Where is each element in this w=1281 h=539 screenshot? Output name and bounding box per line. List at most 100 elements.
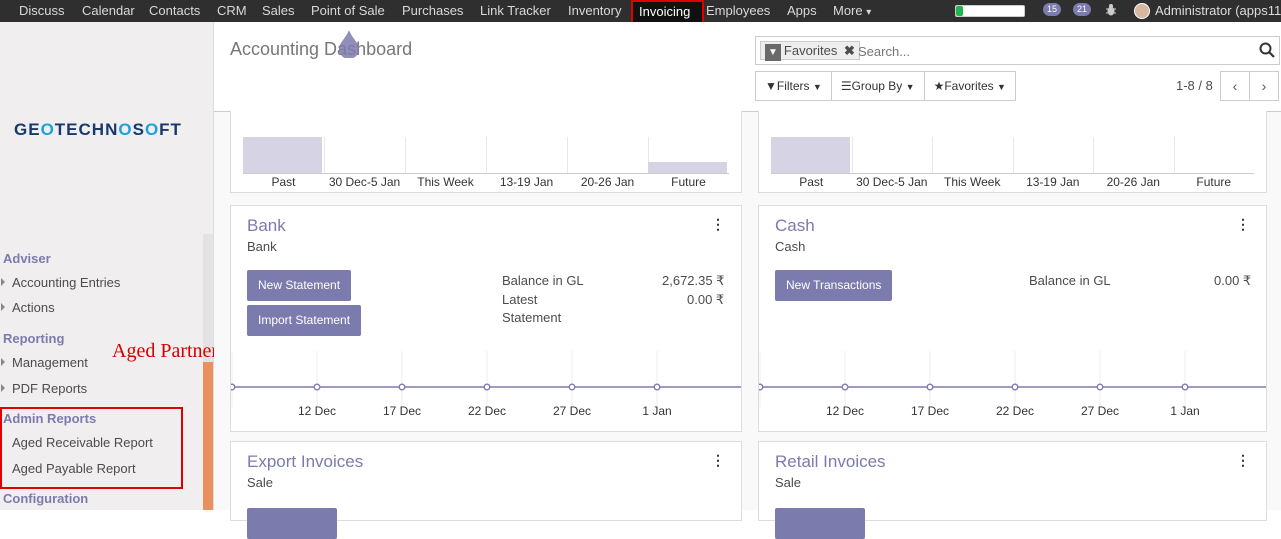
timeline-point — [1011, 383, 1019, 391]
caret-right-icon — [1, 358, 5, 366]
pager-next-button[interactable]: › — [1249, 71, 1279, 101]
card-action-button[interactable] — [247, 508, 337, 539]
import-statement-button[interactable]: Import Statement — [247, 305, 362, 336]
kebab-menu-icon[interactable]: ⋮ — [1236, 216, 1250, 233]
latest-statement-value: 0.00 ₹ — [687, 292, 725, 307]
line-graph[interactable]: 12 Dec 17 Dec 22 Dec 27 Dec 1 Jan — [756, 351, 1266, 431]
sidebar-section-adviser[interactable]: Adviser — [3, 251, 51, 266]
kebab-menu-icon[interactable]: ⋮ — [711, 216, 725, 233]
search-box[interactable]: ▼ Favorites ✖ — [755, 36, 1280, 65]
chart-bar[interactable] — [243, 137, 322, 173]
progress-fill — [956, 6, 963, 16]
journal-type: Sale — [775, 475, 802, 490]
journal-title[interactable]: Export Invoices — [247, 452, 363, 472]
search-input[interactable] — [858, 41, 1238, 61]
sidebar-section-reporting[interactable]: Reporting — [3, 331, 64, 346]
journal-title[interactable]: Retail Invoices — [775, 452, 886, 472]
filter-icon: ▼ — [765, 79, 777, 93]
app-contacts[interactable]: Contacts — [149, 0, 200, 22]
timeline-x-label: 27 Dec — [553, 404, 591, 418]
pager-value[interactable]: 1-8 / 8 — [1176, 78, 1213, 93]
sidebar-section-configuration[interactable]: Configuration — [3, 491, 88, 506]
user-avatar[interactable] — [1134, 3, 1150, 19]
group-by-button[interactable]: ☰Group By ▼ — [830, 71, 925, 101]
company-logo: GEOTECHNOSOFT — [14, 120, 182, 139]
timeline-x-label: 22 Dec — [996, 404, 1034, 418]
kebab-menu-icon[interactable]: ⋮ — [711, 452, 725, 469]
sidebar-item-pdf-reports[interactable]: PDF Reports — [0, 381, 87, 396]
bar-chart[interactable]: Past 30 Dec-5 Jan This Week 13-19 Jan 20-26 … — [231, 111, 741, 191]
balance-label: Balance in GL — [502, 273, 584, 288]
chart-gridline — [1012, 137, 1014, 173]
sidebar-item-accounting-entries[interactable]: Accounting Entries — [0, 275, 120, 290]
app-inventory[interactable]: Inventory — [568, 0, 621, 22]
activities-button[interactable]: 21 — [1073, 3, 1092, 16]
journal-card-bank: Bank Bank ⋮ New Statement Import Stateme… — [228, 205, 742, 432]
new-statement-button[interactable]: New Statement — [247, 270, 352, 301]
card-action-button[interactable] — [775, 508, 865, 539]
chart-gridline — [405, 137, 406, 173]
control-panel: Accounting Dashboard ▼Favorites ✖ ▼Filte… — [214, 22, 1281, 112]
chart-gridline — [851, 137, 853, 173]
timeline-graph[interactable]: 12 Dec 17 Dec 22 Dec 27 Dec 1 Jan — [756, 351, 1266, 431]
bar-chart[interactable]: Past 30 Dec-5 Jan This Week 13-19 Jan 20-26 … — [759, 111, 1266, 191]
user-menu[interactable]: Administrator (apps11 — [1155, 0, 1281, 22]
filters-button[interactable]: ▼Filters ▼ — [755, 71, 832, 101]
caret-down-icon: ▼ — [812, 82, 822, 92]
journal-card-retail-invoices: Retail Invoices Sale ⋮ — [758, 441, 1267, 539]
journal-card-cash: Cash Cash ⋮ New Transactions Balance in … — [756, 205, 1267, 432]
list-icon: ☰ — [840, 79, 852, 93]
journal-title[interactable]: Cash — [775, 216, 815, 236]
sidebar-scrollbar-thumb[interactable] — [203, 362, 213, 510]
app-point-of-sale[interactable]: Point of Sale — [311, 0, 385, 22]
app-crm[interactable]: CRM — [217, 0, 247, 22]
favorites-button[interactable]: ★Favorites ▼ — [923, 71, 1016, 101]
caret-right-icon — [1, 278, 5, 286]
debug-bug-icon[interactable] — [1105, 3, 1117, 20]
caret-right-icon — [1, 303, 5, 311]
latest-statement-label: Latest — [502, 292, 538, 307]
search-icon[interactable] — [1259, 42, 1275, 58]
journal-card-top-left: Past 30 Dec-5 Jan This Week 13-19 Jan 20-26 … — [230, 111, 742, 193]
timeline-x-label: 12 Dec — [298, 404, 336, 418]
line-graph[interactable]: 12 Dec 17 Dec 22 Dec 27 Dec 1 Jan — [228, 351, 741, 431]
dashboard-area: Past 30 Dec-5 Jan This Week 13-19 Jan 20-26 … — [214, 111, 1281, 539]
app-discuss[interactable]: Discuss — [19, 0, 65, 22]
sidebar-item-actions[interactable]: Actions — [0, 300, 55, 315]
app-purchases[interactable]: Purchases — [402, 0, 463, 22]
chart-x-label: Future — [671, 175, 706, 189]
app-sales[interactable]: Sales — [262, 0, 295, 22]
progress-bar — [955, 5, 1025, 17]
app-link-tracker[interactable]: Link Tracker — [480, 0, 551, 22]
more-menu[interactable]: More ▾ — [833, 0, 871, 22]
balance-value: 2,672.35 ₹ — [662, 273, 725, 288]
chart-gridline — [567, 137, 568, 173]
remove-facet-icon[interactable]: ✖ — [844, 43, 855, 58]
timeline-graph[interactable]: 12 Dec 17 Dec 22 Dec 27 Dec 1 Jan — [228, 351, 741, 431]
new-transactions-button[interactable]: New Transactions — [775, 270, 893, 301]
timeline-x-label: 1 Jan — [642, 404, 671, 418]
chart-bar[interactable] — [771, 137, 850, 173]
journal-title[interactable]: Bank — [247, 216, 286, 236]
app-apps[interactable]: Apps — [787, 0, 817, 22]
chart-bar[interactable] — [648, 162, 727, 173]
journal-card-export-invoices: Export Invoices Sale ⋮ — [230, 441, 742, 539]
page-title: Accounting Dashboard — [230, 39, 413, 59]
chart-baseline — [243, 173, 729, 174]
kebab-menu-icon[interactable]: ⋮ — [1236, 452, 1250, 469]
sidebar-item-management[interactable]: Management — [0, 355, 88, 370]
search-facet-favorites[interactable]: ▼ Favorites ✖ — [760, 41, 860, 61]
search-options-group: ▼Filters ▼ ☰Group By ▼ ★Favorites ▼ — [755, 71, 1016, 101]
app-calendar[interactable]: Calendar — [82, 0, 135, 22]
messages-button[interactable]: 15 — [1043, 3, 1062, 16]
chart-x-label: Future — [1196, 175, 1232, 189]
pager-previous-button[interactable]: ‹ — [1220, 71, 1250, 101]
journal-type: Bank — [247, 239, 277, 254]
journal-card-top-right: Past 30 Dec-5 Jan This Week 13-19 Jan 20-26 … — [758, 111, 1267, 193]
caret-down-icon: ▼ — [905, 82, 915, 92]
chart-x-label: Past — [271, 175, 296, 189]
app-employees[interactable]: Employees — [706, 0, 770, 22]
chart-gridline — [1173, 137, 1175, 173]
timeline-point — [313, 383, 321, 391]
chart-baseline — [771, 173, 1254, 174]
